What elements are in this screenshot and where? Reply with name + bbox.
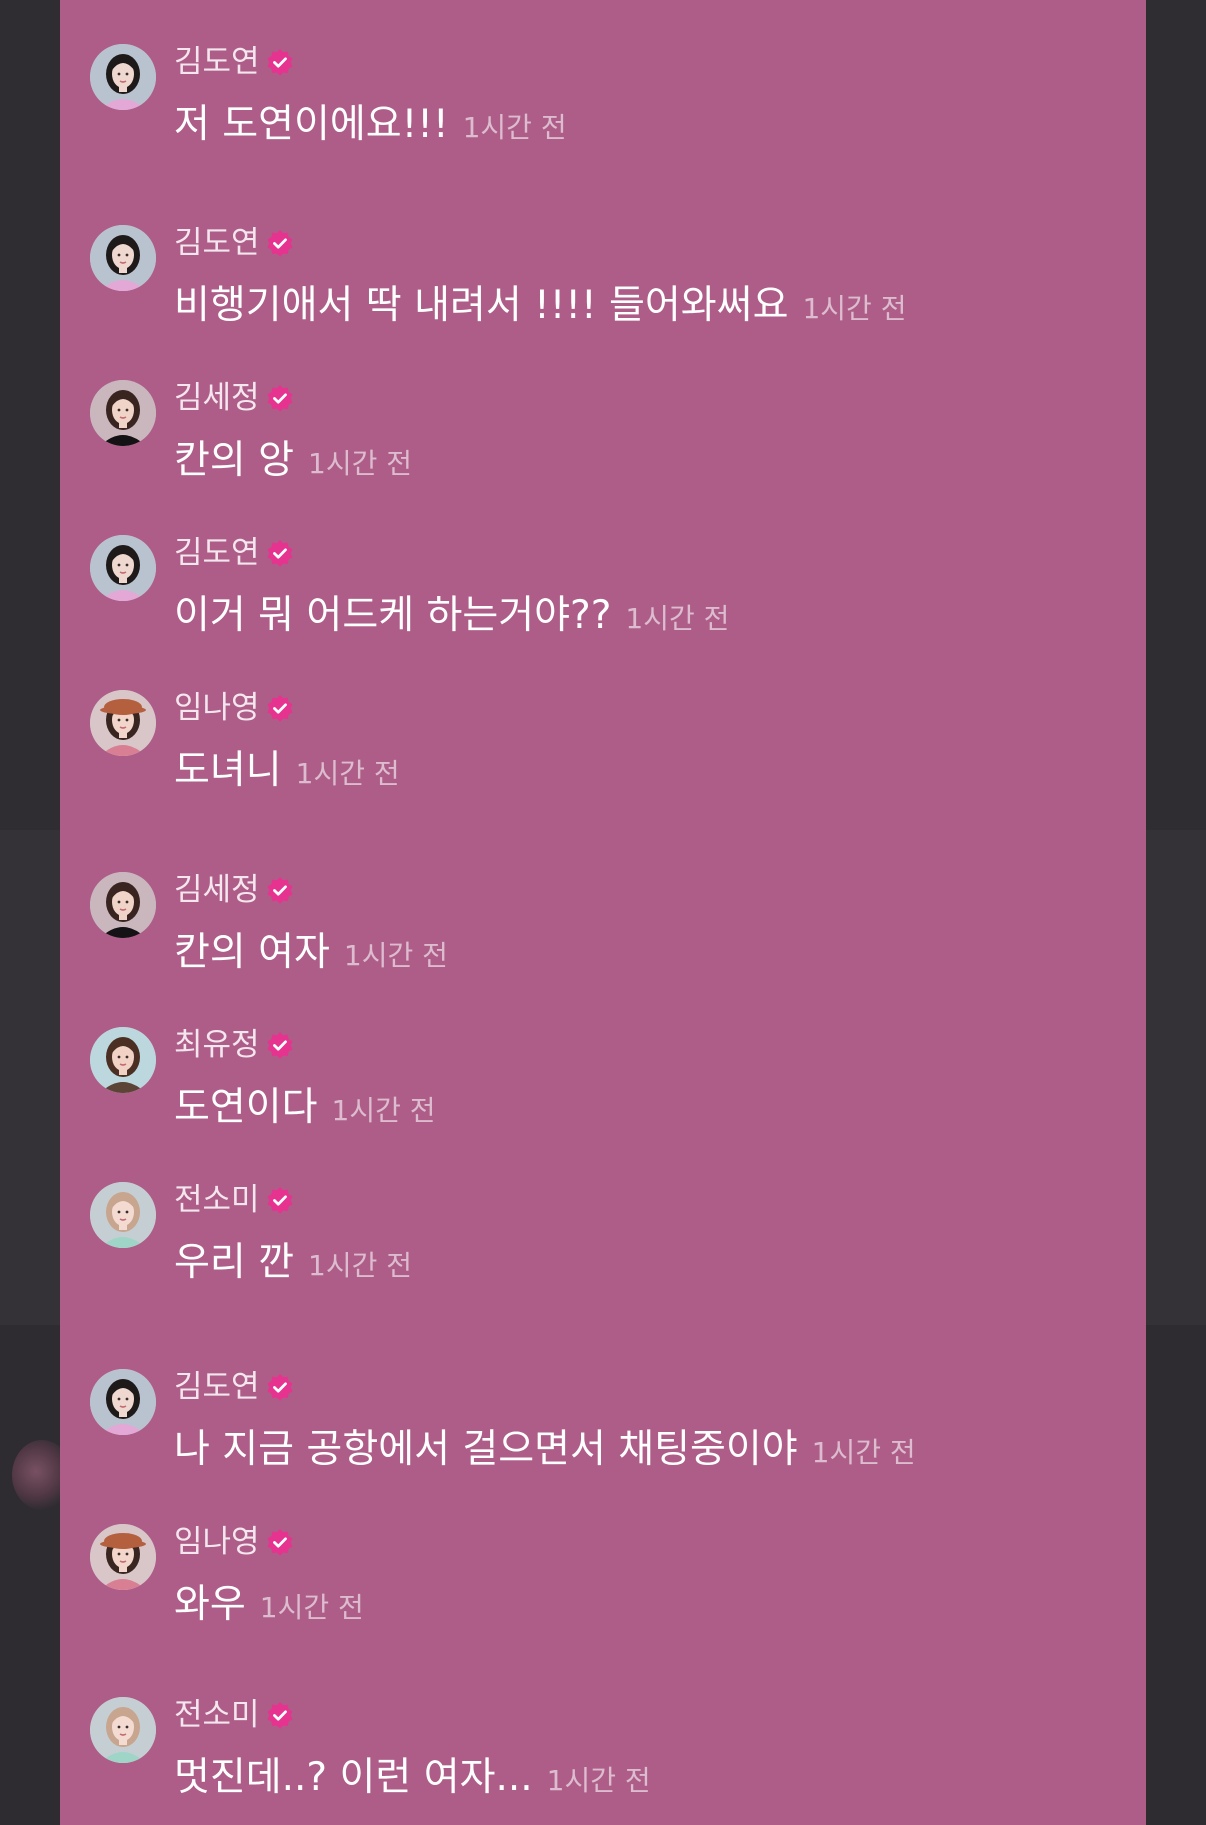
chat-message[interactable]: 김세정 칸의 앙 1시간 전 [90,380,1130,500]
sender-name[interactable]: 임나영 [174,688,260,728]
message-row: 이거 뭐 어드케 하는거야?? 1시간 전 [174,591,729,641]
avatar-jeonsomi-icon[interactable] [90,1182,156,1248]
verified-badge-icon [266,539,294,567]
sender-name[interactable]: 최유정 [174,1025,260,1065]
sender-row: 김세정 [174,378,294,418]
verified-badge-icon [266,384,294,412]
sender-row: 김세정 [174,870,294,910]
sender-name[interactable]: 김도연 [174,42,260,82]
chat-message[interactable]: 임나영 도녀니 1시간 전 [90,690,1130,810]
message-timestamp: 1시간 전 [802,292,907,325]
sender-row: 전소미 [174,1180,294,1220]
message-text: 비행기애서 딱 내려서 !!!! 들어와써요 [174,283,789,328]
message-text: 도연이다 [174,1085,318,1130]
sender-row: 최유정 [174,1025,294,1065]
chat-message[interactable]: 김도연 이거 뭐 어드케 하는거야?? 1시간 전 [90,535,1130,655]
sender-name[interactable]: 김도연 [174,223,260,263]
chat-message[interactable]: 김도연 저 도연이에요!!! 1시간 전 [90,44,1130,164]
chat-message[interactable]: 전소미 멋진데..? 이런 여자... 1시간 전 [90,1697,1130,1817]
message-text: 저 도연이에요!!! [174,102,449,147]
sender-name[interactable]: 임나영 [174,1522,260,1562]
message-timestamp: 1시간 전 [546,1764,651,1797]
message-row: 나 지금 공항에서 걸으면서 채팅중이야 1시간 전 [174,1425,916,1475]
chat-panel[interactable]: 김도연 저 도연이에요!!! 1시간 전 김도연 비행기애서 딱 내려서 !!!!… [60,0,1146,1825]
verified-badge-icon [266,1373,294,1401]
verified-badge-icon [266,1186,294,1214]
sender-row: 김도연 [174,533,294,573]
message-timestamp: 1시간 전 [343,939,448,972]
sender-row: 김도연 [174,42,294,82]
sender-name[interactable]: 전소미 [174,1180,260,1220]
sender-row: 전소미 [174,1695,294,1735]
avatar-imnayoung-icon[interactable] [90,1524,156,1590]
message-row: 우리 깐 1시간 전 [174,1238,412,1288]
message-text: 칸의 여자 [174,930,330,975]
message-row: 도연이다 1시간 전 [174,1083,436,1133]
sender-name[interactable]: 김세정 [174,378,260,418]
message-row: 도녀니 1시간 전 [174,746,400,796]
verified-badge-icon [266,229,294,257]
message-timestamp: 1시간 전 [811,1436,916,1469]
message-timestamp: 1시간 전 [625,602,730,635]
chat-message[interactable]: 전소미 우리 깐 1시간 전 [90,1182,1130,1302]
avatar-imnayoung-icon[interactable] [90,690,156,756]
message-text: 와우 [174,1582,246,1627]
avatar-kimsejeong-icon[interactable] [90,380,156,446]
message-text: 이거 뭐 어드케 하는거야?? [174,593,612,638]
message-timestamp: 1시간 전 [308,1249,413,1282]
message-text: 멋진데..? 이런 여자... [174,1755,533,1800]
message-timestamp: 1시간 전 [259,1591,364,1624]
sender-row: 임나영 [174,688,294,728]
sender-row: 김도연 [174,223,294,263]
sender-row: 임나영 [174,1522,294,1562]
message-timestamp: 1시간 전 [331,1094,436,1127]
verified-badge-icon [266,1528,294,1556]
avatar-kimdoyeon-icon[interactable] [90,535,156,601]
avatar-jeonsomi-icon[interactable] [90,1697,156,1763]
message-timestamp: 1시간 전 [295,757,400,790]
message-row: 멋진데..? 이런 여자... 1시간 전 [174,1753,651,1803]
verified-badge-icon [266,1701,294,1729]
avatar-choiyoojung-icon[interactable] [90,1027,156,1093]
verified-badge-icon [266,876,294,904]
chat-message[interactable]: 김도연 나 지금 공항에서 걸으면서 채팅중이야 1시간 전 [90,1369,1130,1489]
sender-row: 김도연 [174,1367,294,1407]
avatar-kimdoyeon-icon[interactable] [90,44,156,110]
avatar-kimdoyeon-icon[interactable] [90,225,156,291]
message-text: 도녀니 [174,748,282,793]
sender-name[interactable]: 전소미 [174,1695,260,1735]
chat-message[interactable]: 김세정 칸의 여자 1시간 전 [90,872,1130,992]
message-row: 저 도연이에요!!! 1시간 전 [174,100,567,150]
message-row: 칸의 여자 1시간 전 [174,928,448,978]
message-text: 나 지금 공항에서 걸으면서 채팅중이야 [174,1427,798,1472]
message-row: 와우 1시간 전 [174,1580,364,1630]
message-text: 칸의 앙 [174,438,295,483]
chat-message[interactable]: 김도연 비행기애서 딱 내려서 !!!! 들어와써요 1시간 전 [90,225,1130,345]
chat-message[interactable]: 임나영 와우 1시간 전 [90,1524,1130,1644]
avatar-kimdoyeon-icon[interactable] [90,1369,156,1435]
message-row: 칸의 앙 1시간 전 [174,436,412,486]
avatar-kimsejeong-icon[interactable] [90,872,156,938]
message-timestamp: 1시간 전 [462,111,567,144]
message-timestamp: 1시간 전 [308,447,413,480]
message-row: 비행기애서 딱 내려서 !!!! 들어와써요 1시간 전 [174,281,906,331]
verified-badge-icon [266,48,294,76]
sender-name[interactable]: 김도연 [174,533,260,573]
sender-name[interactable]: 김도연 [174,1367,260,1407]
chat-message[interactable]: 최유정 도연이다 1시간 전 [90,1027,1130,1147]
verified-badge-icon [266,1031,294,1059]
verified-badge-icon [266,694,294,722]
message-text: 우리 깐 [174,1240,295,1285]
sender-name[interactable]: 김세정 [174,870,260,910]
